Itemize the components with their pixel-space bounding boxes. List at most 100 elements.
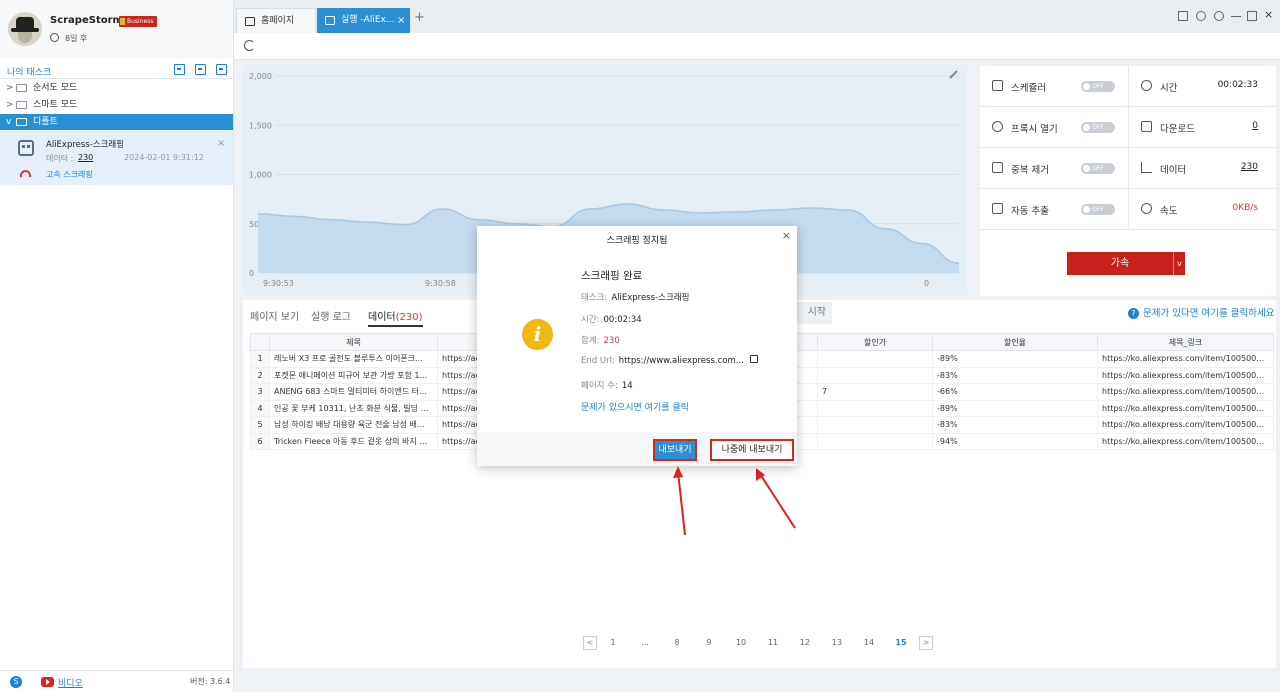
tab-page-view[interactable]: 페이지 보기 (250, 308, 299, 323)
sidebar-footer: S 비디오 버전: 3.6.4 (0, 670, 233, 692)
dialog-task-label: 태스크: (581, 293, 608, 303)
speedometer-icon (20, 170, 31, 177)
download-icon (1141, 121, 1152, 132)
page-link[interactable]: 10 (731, 636, 751, 650)
page-link[interactable]: 9 (699, 636, 719, 650)
youtube-icon[interactable] (41, 677, 54, 687)
version-text: 버전: 3.6.4 (190, 677, 231, 686)
scrape-stopped-dialog: 스크래핑 정지됨 × i 스크래핑 완료 태스크: AliExpress-스크래핑… (477, 226, 797, 466)
minimize-icon[interactable] (1231, 16, 1241, 18)
auto-extract-toggle[interactable]: OFF (1081, 204, 1115, 215)
robot-icon (18, 140, 34, 156)
avatar[interactable] (8, 12, 42, 46)
page-link[interactable]: ... (635, 636, 655, 650)
tree-item-default[interactable]: v 디폴트 (0, 114, 233, 130)
window-icon (325, 16, 335, 25)
copy-icon[interactable] (749, 355, 758, 363)
row-index: 3 (250, 383, 270, 401)
page-link[interactable]: 1 (603, 636, 623, 650)
chart-y-tick: 2,000 (249, 72, 272, 81)
row-index: 2 (250, 366, 270, 384)
stat-download: 다운로드 0 (1128, 107, 1276, 148)
alarm-icon (992, 80, 1003, 91)
task-datetime: 2024-02-01 9:31:12 (124, 153, 204, 162)
skype-icon[interactable]: S (10, 676, 22, 688)
cell-url: https://ko.aliexpress.com/item/100500570… (1097, 383, 1274, 401)
column-header-index (250, 333, 270, 351)
close-tab-icon[interactable]: × (397, 8, 405, 33)
import-task-icon[interactable] (174, 64, 185, 75)
pencil-icon[interactable] (949, 70, 958, 79)
prev-page-icon[interactable]: < (583, 636, 597, 650)
gear-icon[interactable] (1214, 11, 1224, 21)
dialog-total-row: 합계: 230 (581, 334, 620, 346)
restore-icon[interactable] (1247, 11, 1257, 21)
task-item[interactable]: AliExpress-스크래핑 데이터 : 230 2024-02-01 9:3… (0, 131, 233, 185)
tab-run-log[interactable]: 실행 로그 (311, 308, 351, 323)
tab-label: 실행 -AliEx... (341, 15, 395, 25)
start-button[interactable]: 시작 (792, 302, 832, 324)
export-button[interactable]: 내보내기 (653, 439, 697, 461)
row-index: 4 (250, 399, 270, 417)
column-header-title[interactable]: 제목 (269, 333, 438, 351)
accelerate-button[interactable]: 가속 (1067, 252, 1173, 275)
page-link[interactable]: 13 (827, 636, 847, 650)
sidebar: ScrapeStorm Business 8일 후 나의 태스크 > 순서도 모… (0, 0, 234, 692)
stat-label: 자동 추출 (1011, 206, 1049, 217)
stat-value: 0KB/s (1232, 203, 1258, 213)
dialog-url-row: End Url: https://www.aliexpress.com... (581, 355, 758, 366)
chart-x-tick: 9:30:53 (263, 279, 294, 288)
cell-title: ANENG 683 스마트 멀티미터 하이엔드 터치... (269, 383, 438, 401)
close-window-icon[interactable]: × (1264, 8, 1274, 21)
help-icon[interactable] (1196, 11, 1206, 21)
page-link[interactable]: 14 (859, 636, 879, 650)
tab-home[interactable]: 홈페이지 (236, 8, 316, 33)
page-link[interactable]: 8 (667, 636, 687, 650)
video-link[interactable]: 비디오 (58, 676, 83, 689)
dialog-url-label: End Url: (581, 356, 615, 366)
column-header-price[interactable]: 할인가 (817, 333, 933, 351)
clock-icon (1141, 80, 1152, 91)
dedup-toggle[interactable]: OFF (1081, 163, 1115, 174)
page-link[interactable]: 11 (763, 636, 783, 650)
close-icon[interactable]: × (782, 229, 791, 242)
cell-url: https://ko.aliexpress.com/item/100500566… (1097, 399, 1274, 417)
scheduler-toggle[interactable]: OFF (1081, 81, 1115, 92)
dialog-help-link[interactable]: 문제가 있으시면 여기를 클릭 (581, 400, 689, 413)
column-header-rate[interactable]: 할인율 (932, 333, 1098, 351)
dialog-time-label: 시간: (581, 315, 600, 325)
row-index: 1 (250, 350, 270, 368)
help-link[interactable]: ? 문제가 있다면 여기를 클릭하세요 (1128, 305, 1274, 319)
plan-badge: Business (119, 16, 158, 27)
dialog-task-value: AliExpress-스크래핑 (611, 293, 690, 303)
task-data-value[interactable]: 230 (78, 153, 93, 162)
cell-price (817, 416, 933, 434)
tab-data[interactable]: 데이터(230) (368, 308, 423, 327)
page-link[interactable]: 15 (891, 636, 911, 650)
stat-value[interactable]: 0 (1252, 121, 1258, 131)
new-task-icon[interactable] (195, 64, 206, 75)
refresh-icon[interactable] (244, 40, 255, 51)
column-header-url[interactable]: 제목_링크 (1097, 333, 1274, 351)
stat-scheduler: 스케쥴러 OFF (980, 66, 1128, 107)
dialog-task-row: 태스크: AliExpress-스크래핑 (581, 291, 689, 303)
tree-item-smart[interactable]: > 스마트 모드 (0, 97, 233, 113)
stat-value[interactable]: 230 (1241, 162, 1258, 172)
task-mode[interactable]: 고속 스크래핑 (46, 169, 93, 180)
task-title: 나의 태스크 (7, 68, 52, 78)
chevron-down-icon[interactable]: v (1173, 252, 1185, 275)
tab-run[interactable]: 실행 -AliEx... × (317, 8, 410, 33)
dialog-title: 스크래핑 정지됨 (606, 236, 668, 246)
next-page-icon[interactable]: > (919, 636, 933, 650)
edit-task-icon[interactable] (216, 64, 227, 75)
proxy-toggle[interactable]: OFF (1081, 122, 1115, 133)
page-link[interactable]: 12 (795, 636, 815, 650)
add-tab-icon[interactable]: + (414, 10, 425, 25)
close-icon[interactable]: × (217, 138, 225, 149)
dialog-total-value: 230 (603, 336, 620, 346)
gift-icon[interactable] (1178, 11, 1188, 21)
stat-label: 프록시 열기 (1011, 124, 1058, 135)
tree-item-flowchart[interactable]: > 순서도 모드 (0, 80, 233, 96)
export-later-button[interactable]: 나중에 내보내기 (710, 439, 794, 461)
dialog-pages-label: 페이지 수: (581, 381, 618, 391)
